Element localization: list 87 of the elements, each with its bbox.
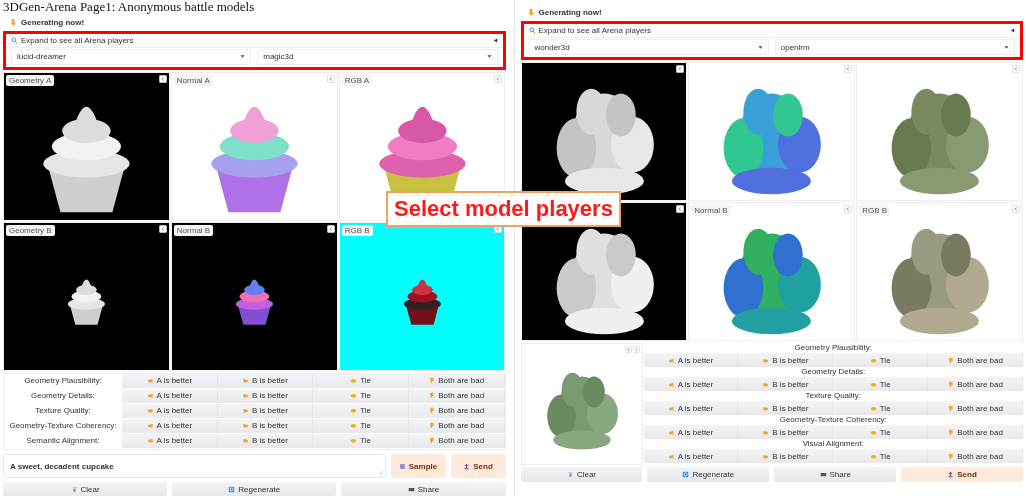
criterion-label: Visual Alignment: (801, 439, 865, 449)
viewer-label: Geometry A (6, 75, 55, 86)
sample-button[interactable]: Sample (390, 454, 446, 479)
viewer-label: Normal B (173, 225, 214, 236)
vote-button[interactable]: B is better (738, 353, 834, 367)
upload-icon (947, 471, 955, 478)
upload-icon (463, 462, 471, 470)
model-dropdown[interactable]: lucid-dreamer (11, 49, 252, 65)
accordion-label: Expand to see all Arena players (538, 26, 652, 35)
keyboard-icon (819, 471, 827, 478)
search-icon (11, 37, 18, 44)
vote-button[interactable]: Both are bad (928, 425, 1023, 439)
section-heading: Generating now! (538, 7, 602, 17)
send-button[interactable]: Send (450, 454, 506, 479)
viewer-label: RGB B (341, 225, 373, 236)
download-icon[interactable] (624, 346, 632, 353)
thumbs-down-icon (947, 428, 955, 436)
vote-button[interactable]: A is better (643, 377, 739, 391)
collapse-icon (1010, 28, 1015, 33)
vote-button[interactable]: A is better (643, 425, 739, 439)
prompt-field[interactable]: A sweet, decadent cupcake (3, 454, 386, 479)
viewer-label: Geometry B (6, 225, 55, 236)
vote-button[interactable]: B is better (738, 449, 834, 463)
collapse-icon (492, 38, 498, 43)
model-dropdown[interactable]: wonder3d (528, 39, 769, 55)
vote-button[interactable]: Both are bad (928, 353, 1023, 367)
vote-button[interactable]: B is better (217, 374, 314, 388)
viewer-label: Normal B (691, 205, 731, 216)
criterion-label: Texture Quality: (804, 391, 863, 401)
thumbs-down-icon (947, 452, 955, 460)
vote-button[interactable]: Tie (833, 353, 929, 367)
regenerate-button[interactable]: Regenerate (647, 467, 770, 482)
caret-icon (486, 54, 492, 60)
criterion-label: Geometry Plausibility: (793, 343, 873, 353)
resize-handle-icon (377, 470, 383, 476)
model-dropdown[interactable]: openlrm (774, 39, 1015, 55)
criterion-label: Geometry-Texture Coherency: (778, 415, 888, 425)
viewer-label: Normal A (173, 75, 213, 86)
criterion-label: Geometry Details: (800, 367, 867, 377)
trash-icon (566, 471, 574, 478)
vote-button[interactable]: Both are bad (928, 377, 1023, 391)
vote-button[interactable]: Tie (833, 401, 929, 415)
thumbs-down-icon (947, 404, 955, 412)
thumbs-down-icon (947, 380, 955, 388)
accordion-header[interactable]: Expand to see all Arena players (523, 24, 1020, 38)
caret-icon (240, 54, 246, 60)
send-button[interactable]: Send (901, 467, 1023, 482)
vote-button[interactable]: A is better (643, 401, 739, 415)
thumbs-down-icon (947, 356, 955, 364)
search-icon (528, 27, 536, 34)
accordion-label: Expand to see all Arena players (21, 36, 135, 45)
vote-button[interactable]: A is better (643, 353, 739, 367)
vote-button[interactable]: Tie (833, 449, 929, 463)
vote-button[interactable]: Both are bad (408, 374, 505, 388)
vote-button[interactable]: Tie (833, 377, 929, 391)
viewer-label: RGB B (859, 205, 891, 216)
callout-label: Select model players (386, 191, 621, 227)
vote-button[interactable]: Both are bad (928, 401, 1023, 415)
share-button[interactable]: Share (341, 482, 506, 496)
vote-button[interactable]: B is better (738, 425, 834, 439)
share-icon[interactable] (158, 225, 167, 233)
trash-icon (70, 485, 78, 493)
clear-button[interactable]: Clear (3, 482, 168, 496)
share-button[interactable]: Share (774, 467, 897, 482)
accordion-header[interactable]: Expand to see all Arena players (6, 34, 503, 48)
share-icon[interactable] (158, 75, 167, 83)
viewer-label: RGB A (341, 75, 373, 86)
vote-button[interactable]: A is better (122, 374, 218, 388)
refresh-icon (682, 471, 690, 478)
keyboard-icon (407, 485, 415, 493)
caret-icon (1004, 44, 1009, 50)
refresh-icon (228, 485, 236, 493)
caret-icon (757, 44, 763, 50)
share-icon[interactable] (676, 205, 685, 213)
vote-button[interactable]: B is better (738, 377, 834, 391)
share-icon[interactable] (326, 225, 335, 233)
vote-button[interactable]: A is better (643, 449, 739, 463)
page-title: 3DGen-Arena Page1: Anonymous battle models (3, 0, 256, 14)
model-dropdown[interactable]: magic3d (257, 49, 498, 65)
clear-button[interactable]: Clear (520, 467, 643, 482)
vote-button[interactable]: Tie (833, 425, 929, 439)
vote-button[interactable]: Tie (313, 374, 409, 388)
vote-button[interactable]: B is better (738, 401, 834, 415)
section-heading: Generating now! (21, 18, 85, 27)
regenerate-button[interactable]: Regenerate (172, 482, 337, 496)
vote-button[interactable]: Both are bad (928, 449, 1023, 463)
share-icon[interactable] (676, 65, 685, 73)
